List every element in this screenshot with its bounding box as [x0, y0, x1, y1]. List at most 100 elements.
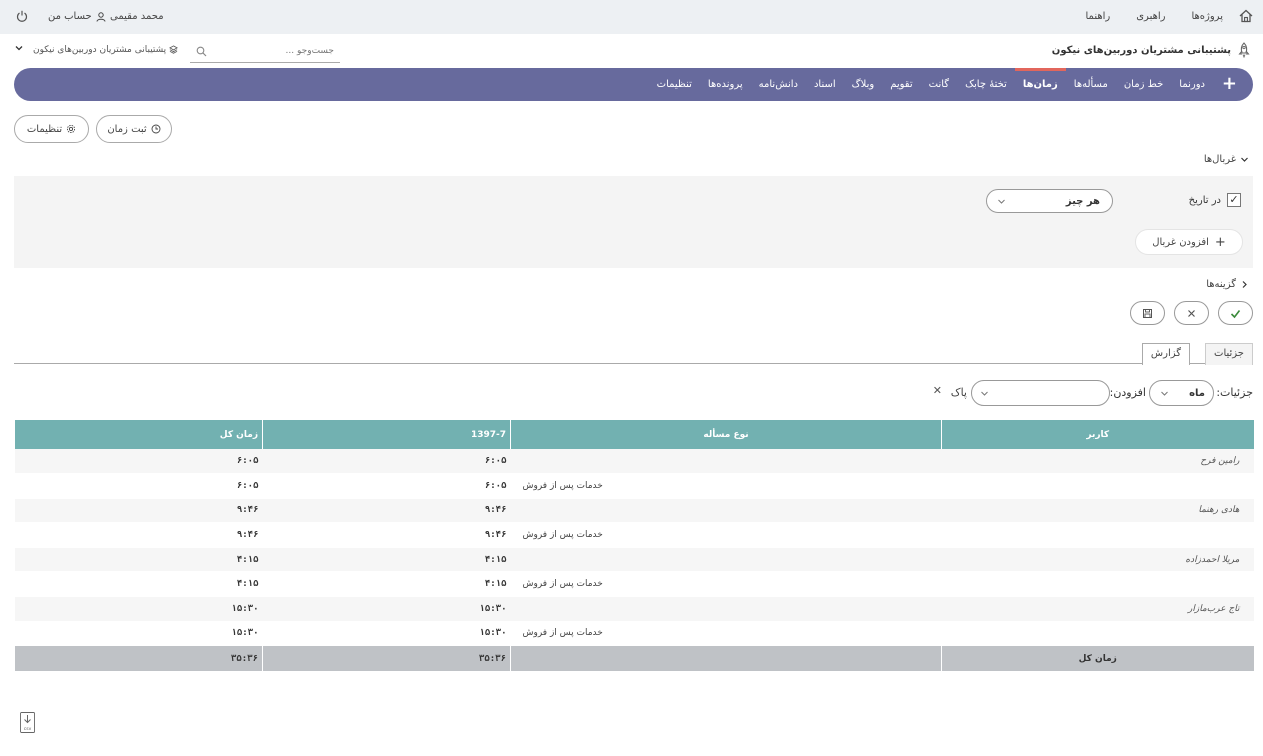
check-icon	[1230, 309, 1241, 318]
top-link-projects[interactable]: پروژه‌ها	[1191, 11, 1223, 22]
row-type: خدمات پس از فروش	[510, 473, 942, 499]
log-time-label: ثبت زمان	[107, 123, 147, 135]
chevron-left-icon	[1242, 281, 1247, 288]
menu-item-documents[interactable]: اسناد	[814, 68, 836, 101]
row-user	[941, 522, 1254, 548]
total-row-type	[510, 645, 942, 671]
table-row: مریلا احمدزاده ۴:۱۵ ۴:۱۵	[14, 547, 1254, 573]
clock-icon	[151, 124, 161, 134]
date-operator-select[interactable]: هر چیز	[986, 189, 1113, 213]
apply-button[interactable]	[1218, 301, 1253, 325]
row-month-hours: ۱۵:۳۰	[262, 596, 511, 622]
row-user: تاج عرب‌مازار	[941, 596, 1254, 622]
row-month-hours: ۴:۱۵	[262, 547, 511, 573]
table-row: خدمات پس از فروش ۹:۴۶ ۹:۴۶	[14, 522, 1254, 548]
row-type	[510, 596, 942, 622]
row-user: رامین فرح	[941, 449, 1254, 475]
header-user[interactable]: کاربر	[941, 420, 1254, 449]
table-row: هادی رهنما ۹:۴۶ ۹:۴۶	[14, 498, 1254, 524]
row-month-hours: ۹:۴۶	[262, 498, 511, 524]
menu-item-spent-time[interactable]: زمان‌ها	[1014, 68, 1066, 101]
menu-item-wiki[interactable]: دانش‌نامه	[759, 68, 798, 101]
clear-criteria-link[interactable]: پاک	[951, 386, 967, 399]
top-link-administration[interactable]: راهبری	[1136, 11, 1165, 22]
tab-details[interactable]: جزئیات	[1205, 343, 1253, 365]
row-user	[941, 571, 1254, 598]
table-row: تاج عرب‌مازار ۱۵:۳۰ ۱۵:۳۰	[14, 596, 1254, 622]
search-icon[interactable]	[196, 46, 207, 57]
options-toggle[interactable]: گزینه‌ها	[1206, 279, 1249, 290]
menu-item-overview[interactable]: دورنما	[1179, 68, 1205, 101]
filters-toggle[interactable]: غربال‌ها	[1204, 154, 1249, 165]
my-account-link[interactable]: حساب من	[48, 11, 106, 22]
total-row: زمان کل ۳۵:۳۶ ۳۵:۳۶	[14, 645, 1254, 671]
user-name[interactable]: محمد مقیمی	[110, 11, 164, 22]
save-icon	[1143, 308, 1152, 318]
add-criteria-select[interactable]	[971, 380, 1110, 406]
user-icon	[96, 11, 106, 22]
menu-item-settings[interactable]: تنظیمات	[657, 68, 692, 101]
menu-item-files[interactable]: پرونده‌ها	[708, 68, 743, 101]
options-title: گزینه‌ها	[1206, 279, 1236, 290]
row-total-hours: ۹:۴۶	[14, 522, 263, 548]
project-title[interactable]: پشتیبانی مشتریان دوربین‌های نیکون	[1052, 45, 1231, 56]
home-icon[interactable]	[1239, 9, 1253, 23]
menu-item-issues[interactable]: مسأله‌ها	[1074, 68, 1108, 101]
row-type	[510, 547, 942, 573]
row-total-hours: ۴:۱۵	[14, 571, 263, 598]
save-query-button[interactable]	[1130, 301, 1165, 325]
settings-label: تنظیمات	[26, 123, 63, 135]
menu-item-gantt[interactable]: گانت	[929, 68, 949, 101]
search-input[interactable]	[204, 41, 334, 61]
menu-item-calendar[interactable]: تقویم	[890, 68, 912, 101]
search-box	[190, 41, 340, 63]
layers-icon	[169, 45, 179, 54]
view-tabs: جزئیات گزارش	[14, 342, 1253, 365]
date-operator-value: هر چیز	[1065, 196, 1100, 207]
filters-title: غربال‌ها	[1203, 154, 1236, 165]
menu-item-activity[interactable]: خط زمان	[1124, 68, 1163, 101]
csv-label: csv	[24, 727, 32, 732]
project-bar: پشتیبانی مشتریان دوربین‌های نیکون پشتیبا…	[0, 34, 1263, 68]
main-menu-items: دورنما خط زمان مسأله‌ها زمان‌ها تختهٔ چا…	[657, 68, 1205, 101]
log-time-button[interactable]: ثبت زمان	[96, 115, 172, 143]
row-user	[941, 473, 1254, 499]
tab-report[interactable]: گزارش	[1141, 343, 1190, 365]
header-issue-type[interactable]: نوع مسأله	[510, 420, 942, 449]
details-period-select[interactable]: ماه	[1149, 380, 1214, 406]
chevron-down-icon	[981, 391, 988, 396]
close-icon	[1188, 309, 1195, 317]
rocket-icon	[1238, 42, 1250, 58]
add-filter-label: افزودن غربال	[1152, 236, 1209, 248]
settings-button[interactable]: تنظیمات	[14, 115, 89, 143]
my-account-label: حساب من	[48, 11, 92, 22]
header-total[interactable]: زمان کل	[14, 420, 263, 449]
add-criteria-label: افزودن:	[1109, 386, 1146, 399]
csv-export-icon[interactable]: csv	[20, 712, 35, 733]
row-month-hours: ۶:۰۵	[262, 449, 511, 475]
top-bar: پروژه‌ها راهبری راهنما محمد مقیمی حساب م…	[0, 0, 1263, 34]
total-row-label: زمان کل	[941, 645, 1254, 671]
main-menu: + دورنما خط زمان مسأله‌ها زمان‌ها تختهٔ …	[14, 68, 1253, 101]
menu-item-news[interactable]: وبلاگ	[852, 68, 875, 101]
row-type: خدمات پس از فروش	[510, 571, 942, 598]
total-row-total-hours: ۳۵:۳۶	[14, 645, 263, 671]
table-row: خدمات پس از فروش ۶:۰۵ ۶:۰۵	[14, 473, 1254, 499]
row-user: هادی رهنما	[941, 498, 1254, 524]
date-filter-checkbox[interactable]: ✓	[1227, 193, 1241, 207]
add-filter-button[interactable]: + افزودن غربال	[1135, 229, 1243, 255]
table-row: رامین فرح ۶:۰۵ ۶:۰۵	[14, 449, 1254, 475]
clear-button[interactable]	[1174, 301, 1209, 325]
menu-item-agile-board[interactable]: تختهٔ چابک	[965, 68, 1007, 101]
row-total-hours: ۱۵:۳۰	[14, 596, 263, 622]
row-user	[941, 621, 1254, 647]
filters-panel: ✓ در تاریخ هر چیز + افزودن غربال	[14, 176, 1253, 268]
add-new-button[interactable]: +	[1222, 74, 1237, 94]
top-links: پروژه‌ها راهبری راهنما	[1085, 11, 1223, 22]
header-month[interactable]: 1397-7	[262, 420, 511, 449]
clear-icon[interactable]: ✕	[933, 384, 942, 397]
logout-icon[interactable]	[16, 10, 28, 22]
top-link-help[interactable]: راهنما	[1085, 11, 1110, 22]
project-jump[interactable]: پشتیبانی مشتریان دوربین‌های نیکون	[33, 45, 179, 55]
chevron-down-icon[interactable]	[14, 43, 24, 53]
